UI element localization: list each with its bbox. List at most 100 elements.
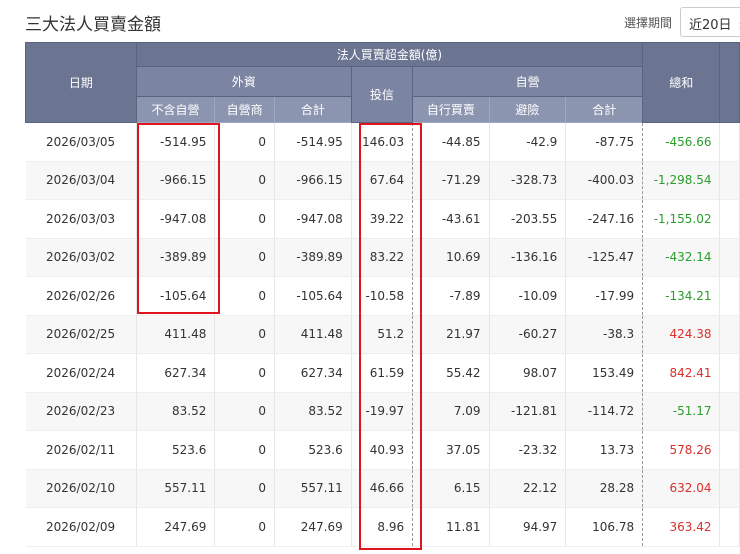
cell-foreign-total: 411.48 <box>274 315 352 354</box>
header-extra <box>719 42 740 123</box>
cell-dealer-hedge: 22.12 <box>489 469 567 508</box>
cell-foreign-total: -966.15 <box>274 161 352 200</box>
cell-foreign-ex: 627.34 <box>136 353 216 393</box>
cell-date: 2026/02/23 <box>25 392 137 431</box>
cell-extra <box>719 469 740 508</box>
cell-foreign-dealer: 0 <box>214 507 275 547</box>
cell-date: 2026/02/26 <box>25 276 137 316</box>
period-value: 近20日 <box>689 18 732 33</box>
cell-foreign-dealer: 0 <box>214 122 275 162</box>
cell-dealer-self: 7.09 <box>412 392 490 431</box>
cell-dealer-self: 55.42 <box>412 353 490 393</box>
cell-dealer-hedge: 98.07 <box>489 353 567 393</box>
cell-dealer-hedge: -10.09 <box>489 276 567 316</box>
cell-dealer-hedge: -136.16 <box>489 238 567 277</box>
cell-foreign-dealer: 0 <box>214 161 275 200</box>
header-foreign: 外資 <box>135 66 352 97</box>
period-label: 選擇期間 <box>624 16 673 30</box>
header-dealer: 自營 <box>412 66 644 97</box>
highlight-trust-box <box>359 123 422 550</box>
cell-date: 2026/02/25 <box>25 315 137 354</box>
cell-extra <box>719 238 740 277</box>
cell-dealer-total: -38.3 <box>565 315 644 354</box>
cell-dealer-self: 21.97 <box>412 315 490 354</box>
cell-date: 2026/03/02 <box>25 238 137 277</box>
cell-foreign-dealer: 0 <box>214 353 275 393</box>
cell-sum: 842.41 <box>642 353 721 393</box>
header-trust: 投信 <box>350 66 414 123</box>
cell-dealer-self: 11.81 <box>412 507 490 547</box>
cell-foreign-total: 523.6 <box>274 430 352 470</box>
cell-foreign-dealer: 0 <box>214 199 275 239</box>
cell-foreign-dealer: 0 <box>214 238 275 277</box>
cell-dealer-total: 153.49 <box>565 353 644 393</box>
cell-dealer-total: 13.73 <box>565 430 644 470</box>
cell-dealer-total: 28.28 <box>565 469 644 508</box>
cell-foreign-total: 247.69 <box>274 507 352 547</box>
cell-dealer-total: 106.78 <box>565 507 644 547</box>
header-sum: 總和 <box>642 42 721 123</box>
cell-sum: -1,298.54 <box>642 161 721 200</box>
cell-extra <box>719 507 740 547</box>
cell-extra <box>719 199 740 239</box>
cell-foreign-ex: 83.52 <box>136 392 216 431</box>
cell-dealer-total: -114.72 <box>565 392 644 431</box>
period-select[interactable]: 近20日⇕ <box>680 7 740 37</box>
cell-sum: 578.26 <box>642 430 721 470</box>
cell-foreign-dealer: 0 <box>214 430 275 470</box>
cell-date: 2026/02/11 <box>25 430 137 470</box>
cell-dealer-hedge: -60.27 <box>489 315 567 354</box>
cell-dealer-total: -125.47 <box>565 238 644 277</box>
cell-dealer-total: -17.99 <box>565 276 644 316</box>
cell-dealer-hedge: -42.9 <box>489 122 567 162</box>
header-foreign-ex: 不含自營 <box>135 96 216 123</box>
cell-foreign-total: -947.08 <box>274 199 352 239</box>
cell-dealer-hedge: -203.55 <box>489 199 567 239</box>
cell-dealer-self: -43.61 <box>412 199 490 239</box>
cell-sum: -1,155.02 <box>642 199 721 239</box>
cell-extra <box>719 353 740 393</box>
cell-date: 2026/02/24 <box>25 353 137 393</box>
cell-dealer-self: -71.29 <box>412 161 490 200</box>
cell-dealer-self: 37.05 <box>412 430 490 470</box>
cell-foreign-dealer: 0 <box>214 276 275 316</box>
cell-extra <box>719 392 740 431</box>
highlight-foreign-box <box>137 123 220 314</box>
cell-dealer-hedge: 94.97 <box>489 507 567 547</box>
cell-foreign-total: 83.52 <box>274 392 352 431</box>
header-group: 法人買賣超金額(億) <box>135 42 644 67</box>
cell-foreign-ex: 523.6 <box>136 430 216 470</box>
cell-dealer-total: -87.75 <box>565 122 644 162</box>
header-date: 日期 <box>25 42 137 123</box>
cell-foreign-total: -105.64 <box>274 276 352 316</box>
cell-extra <box>719 315 740 354</box>
cell-dealer-total: -400.03 <box>565 161 644 200</box>
cell-date: 2026/03/03 <box>25 199 137 239</box>
cell-dealer-self: -44.85 <box>412 122 490 162</box>
cell-foreign-total: 627.34 <box>274 353 352 393</box>
cell-dealer-self: 6.15 <box>412 469 490 508</box>
cell-foreign-total: -514.95 <box>274 122 352 162</box>
cell-extra <box>719 122 740 162</box>
cell-sum: 363.42 <box>642 507 721 547</box>
cell-foreign-dealer: 0 <box>214 315 275 354</box>
cell-date: 2026/03/04 <box>25 161 137 200</box>
cell-foreign-ex: 557.11 <box>136 469 216 508</box>
page-title: 三大法人買賣金額 <box>25 15 161 35</box>
cell-foreign-ex: 247.69 <box>136 507 216 547</box>
cell-extra <box>719 276 740 316</box>
cell-foreign-dealer: 0 <box>214 392 275 431</box>
cell-foreign-ex: 411.48 <box>136 315 216 354</box>
cell-foreign-total: -389.89 <box>274 238 352 277</box>
header-dealer-self: 自行買賣 <box>412 96 490 123</box>
cell-extra <box>719 430 740 470</box>
cell-sum: -456.66 <box>642 122 721 162</box>
header-foreign-dealer: 自營商 <box>214 96 275 123</box>
cell-date: 2026/03/05 <box>25 122 137 162</box>
cell-foreign-total: 557.11 <box>274 469 352 508</box>
header-foreign-total: 合計 <box>273 96 352 123</box>
cell-dealer-hedge: -121.81 <box>489 392 567 431</box>
cell-extra <box>719 161 740 200</box>
cell-dealer-hedge: -23.32 <box>489 430 567 470</box>
cell-sum: -432.14 <box>642 238 721 277</box>
